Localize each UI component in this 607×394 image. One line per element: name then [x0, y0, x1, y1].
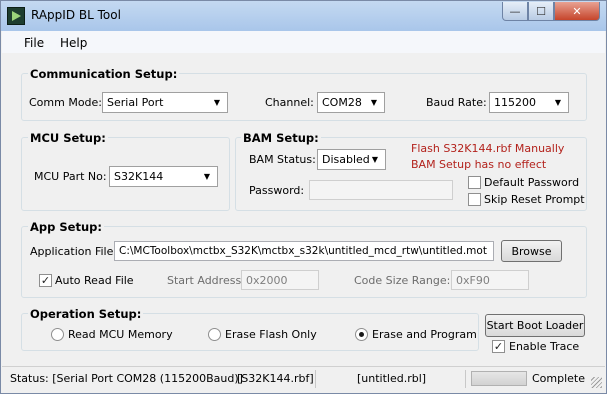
channel-value: COM28	[322, 96, 362, 109]
start-boot-loader-button[interactable]: Start Boot Loader	[485, 314, 585, 337]
bam-status-label: BAM Status:	[249, 153, 316, 166]
maximize-button[interactable]: ☐	[528, 2, 554, 21]
resize-grip-icon[interactable]	[591, 377, 602, 388]
bam-status-value: Disabled	[322, 153, 370, 166]
auto-read-checkbox[interactable]: ✓	[39, 274, 52, 287]
code-size-field[interactable]: 0xF90	[451, 270, 529, 290]
erase-flash-only-label: Erase Flash Only	[225, 328, 317, 341]
status-state: Complete	[532, 372, 586, 385]
mcu-part-select[interactable]: S32K144 ▼	[109, 166, 218, 187]
application-file-input[interactable]: C:\MCToolbox\mctbx_S32K\mctbx_s32k\untit…	[114, 241, 494, 261]
title-bar[interactable]: RAppID BL Tool — ☐ ✕	[1, 1, 606, 31]
start-address-label: Start Address:	[167, 274, 245, 287]
default-password-label: Default Password	[484, 176, 580, 189]
comm-mode-label: Comm Mode:	[29, 96, 103, 109]
read-mcu-memory-radio[interactable]	[51, 328, 64, 341]
channel-select[interactable]: COM28 ▼	[317, 92, 385, 113]
app-setup-title: App Setup:	[28, 220, 104, 234]
status-connection: Status: [Serial Port COM28 (115200Baud)]	[10, 372, 243, 385]
bam-note-line2: BAM Setup has no effect	[411, 158, 547, 171]
skip-reset-checkbox[interactable]	[468, 193, 481, 206]
comm-mode-select[interactable]: Serial Port ▼	[102, 92, 228, 113]
bam-status-select[interactable]: Disabled ▼	[317, 149, 386, 170]
chevron-down-icon: ▼	[203, 172, 211, 181]
chevron-down-icon: ▼	[213, 98, 221, 107]
checkmark-icon: ✓	[40, 274, 51, 287]
auto-read-label: Auto Read File	[55, 274, 134, 287]
mcu-part-label: MCU Part No:	[34, 170, 107, 183]
minimize-button[interactable]: —	[502, 2, 528, 21]
mcu-part-value: S32K144	[114, 170, 164, 183]
menu-file[interactable]: File	[24, 36, 44, 50]
password-field[interactable]	[309, 180, 453, 200]
erase-flash-only-radio[interactable]	[208, 328, 221, 341]
bam-note-line1: Flash S32K144.rbf Manually	[411, 142, 565, 155]
baud-rate-value: 115200	[494, 96, 536, 109]
code-size-label: Code Size Range:	[354, 274, 451, 287]
default-password-checkbox[interactable]	[468, 176, 481, 189]
status-separator	[465, 370, 466, 388]
baud-rate-select[interactable]: 115200 ▼	[489, 92, 569, 113]
enable-trace-checkbox[interactable]: ✓	[492, 340, 505, 353]
erase-and-program-radio[interactable]	[355, 328, 368, 341]
comm-mode-value: Serial Port	[107, 96, 164, 109]
skip-reset-label: Skip Reset Prompt	[484, 193, 585, 206]
menu-help[interactable]: Help	[60, 36, 87, 50]
status-bar: Status: [Serial Port COM28 (115200Baud)]…	[2, 366, 605, 390]
browse-button[interactable]: Browse	[501, 240, 562, 262]
read-mcu-memory-label: Read MCU Memory	[68, 328, 173, 341]
status-rbf: [S32K144.rbf]	[237, 372, 314, 385]
bam-setup-title: BAM Setup:	[241, 131, 321, 145]
checkmark-icon: ✓	[493, 340, 504, 353]
password-label: Password:	[249, 184, 305, 197]
application-file-label: Application File:	[30, 245, 118, 258]
erase-and-program-label: Erase and Program	[372, 328, 477, 341]
progress-bar	[471, 371, 527, 386]
operation-setup-title: Operation Setup:	[28, 307, 144, 321]
close-button[interactable]: ✕	[554, 2, 600, 21]
chevron-down-icon: ▼	[371, 155, 379, 164]
window-title: RAppID BL Tool	[31, 8, 121, 22]
app-icon	[7, 7, 25, 25]
status-rbl: [untitled.rbl]	[357, 372, 427, 385]
app-window: RAppID BL Tool — ☐ ✕ File Help Communica…	[0, 0, 607, 394]
start-address-field[interactable]: 0x2000	[241, 270, 319, 290]
enable-trace-label: Enable Trace	[509, 340, 580, 353]
chevron-down-icon: ▼	[370, 98, 378, 107]
channel-label: Channel:	[265, 96, 314, 109]
mcu-setup-title: MCU Setup:	[28, 131, 108, 145]
status-separator	[315, 370, 316, 388]
chevron-down-icon: ▼	[554, 98, 562, 107]
communication-setup-title: Communication Setup:	[28, 67, 180, 81]
baud-rate-label: Baud Rate:	[426, 96, 487, 109]
menu-bar: File Help	[2, 31, 605, 53]
